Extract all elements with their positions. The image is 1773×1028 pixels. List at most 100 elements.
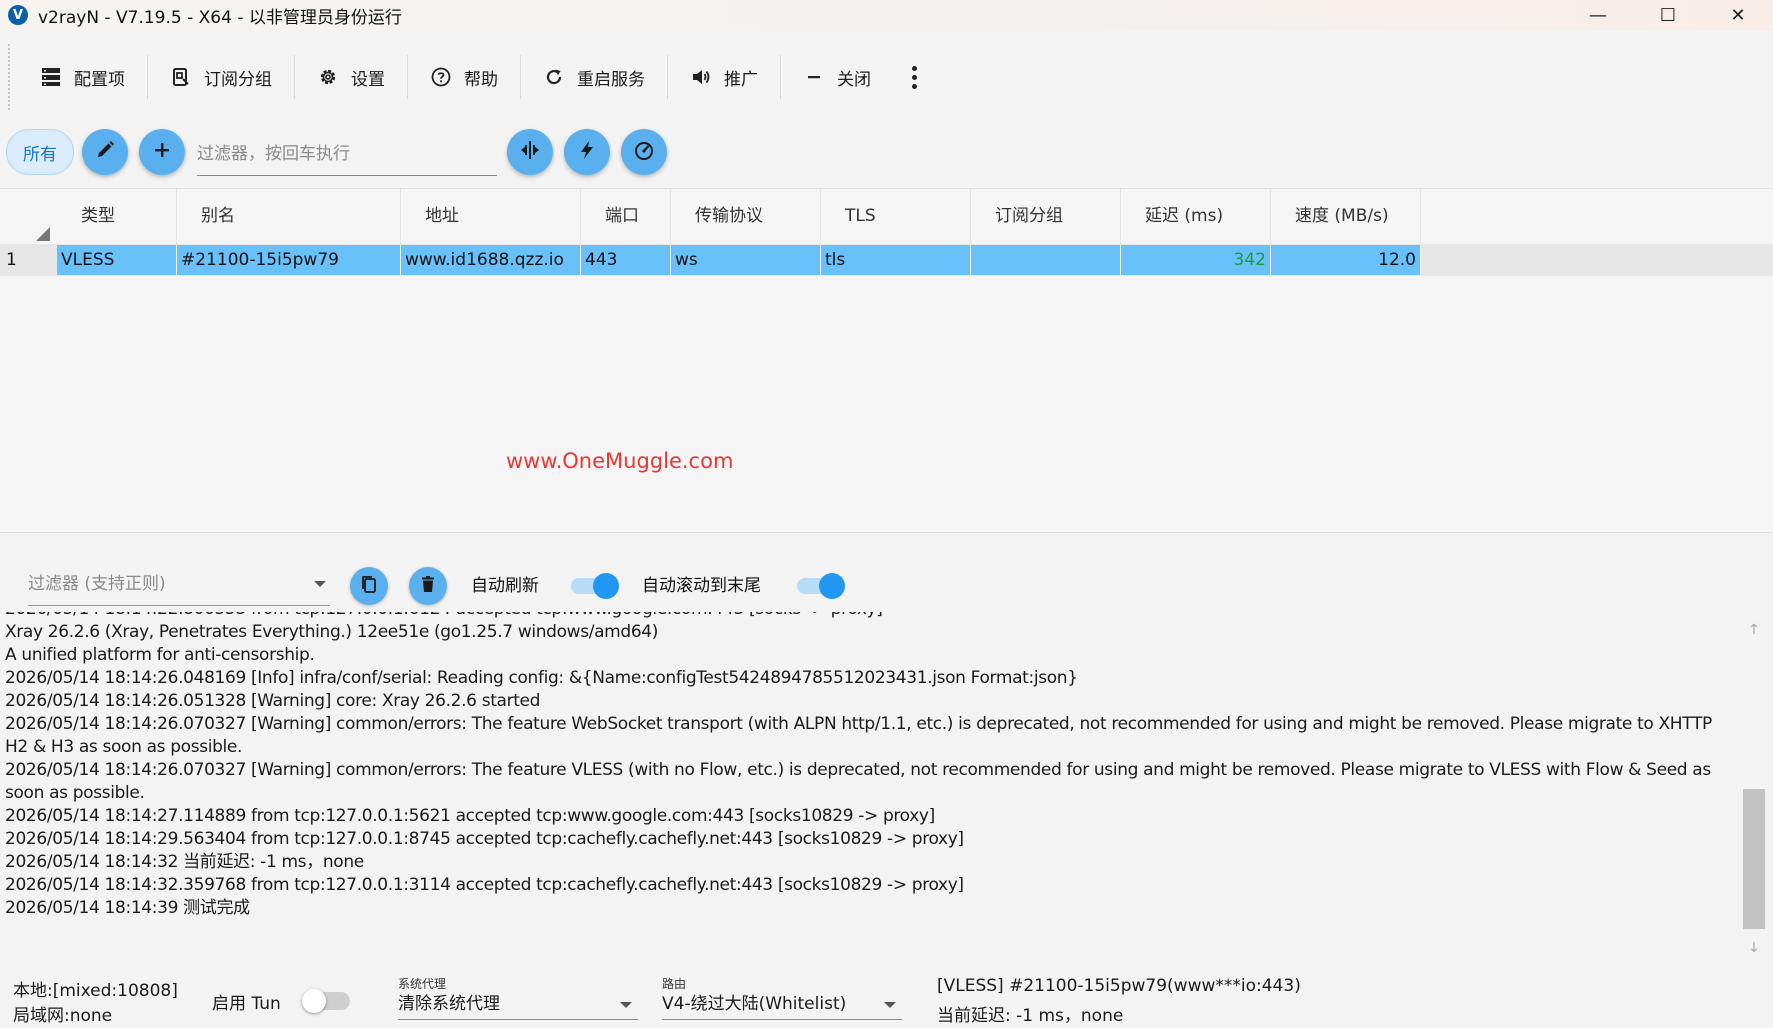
- log-line: 2026/05/14 18:14:32.359768 from tcp:127.…: [5, 875, 964, 895]
- current-latency-status: 当前延迟: -1 ms，none: [937, 1006, 1124, 1026]
- real-delay-test-button[interactable]: [564, 129, 610, 175]
- toolbar-promotion-button[interactable]: 推广: [668, 57, 780, 97]
- cell-address[interactable]: www.id1688.qzz.io: [401, 245, 581, 275]
- auto-scroll-label: 自动滚动到末尾: [642, 576, 761, 596]
- auto-refresh-toggle[interactable]: [571, 573, 621, 599]
- table-row[interactable]: 1 VLESS #21100-15i5pw79 www.id1688.qzz.i…: [0, 244, 1773, 276]
- auto-scroll-toggle[interactable]: [797, 573, 847, 599]
- log-controls: 过滤器 (支持正则) 自动刷新 自动滚动到末尾: [0, 560, 1773, 612]
- select-all-corner-icon[interactable]: [36, 227, 50, 241]
- copy-log-button[interactable]: [350, 567, 388, 605]
- column-header-subgroup[interactable]: 订阅分组: [971, 189, 1121, 244]
- tun-label: 启用 Tun: [212, 994, 281, 1014]
- toolbar-settings-label: 设置: [351, 69, 385, 90]
- edit-button[interactable]: [82, 129, 128, 175]
- log-line: Xray 26.2.6 (Xray, Penetrates Everything…: [5, 622, 659, 642]
- app-logo-icon: V: [8, 5, 28, 25]
- column-header-type[interactable]: 类型: [57, 189, 177, 244]
- tun-toggle[interactable]: [302, 988, 352, 1014]
- row-index: 1: [6, 250, 17, 270]
- toolbar-servers-button[interactable]: 配置项: [18, 57, 147, 97]
- toolbar-settings-button[interactable]: 设置: [295, 57, 407, 97]
- toolbar-grip[interactable]: [8, 44, 10, 110]
- column-header-port[interactable]: 端口: [581, 189, 671, 244]
- lan-status: 局域网:none: [13, 1006, 113, 1026]
- routing-select[interactable]: V4-绕过大陆(Whitelist): [662, 990, 902, 1020]
- toolbar-subscription-label: 订阅分组: [204, 69, 272, 90]
- server-list-icon: [40, 66, 62, 88]
- toolbar-restart-label: 重启服务: [577, 69, 645, 90]
- column-header-address[interactable]: 地址: [401, 189, 581, 244]
- cell-speed[interactable]: 12.0: [1271, 245, 1421, 275]
- column-header-alias[interactable]: 别名: [177, 189, 401, 244]
- pencil-icon: [94, 139, 116, 165]
- column-header-transport[interactable]: 传输协议: [671, 189, 821, 244]
- log-line: 2026/05/14 18:14:26.048169 [Info] infra/…: [5, 668, 1078, 688]
- latency-test-button[interactable]: [507, 129, 553, 175]
- current-server-status: [VLESS] #21100-15i5pw79(www***io:443): [937, 976, 1301, 996]
- chevron-down-icon: [314, 581, 326, 587]
- system-proxy-select[interactable]: 清除系统代理: [398, 990, 638, 1020]
- auto-refresh-label: 自动刷新: [471, 576, 539, 596]
- routing-value: V4-绕过大陆(Whitelist): [662, 994, 847, 1014]
- column-header-tls[interactable]: TLS: [821, 189, 971, 244]
- log-line: 2026/05/14 18:14:26.051328 [Warning] cor…: [5, 691, 541, 711]
- lightning-icon: [576, 139, 598, 165]
- toolbar-subscription-button[interactable]: 订阅分组: [148, 57, 294, 97]
- all-groups-tab[interactable]: 所有: [6, 129, 74, 175]
- toolbar-promotion-label: 推广: [724, 69, 758, 90]
- log-line: 2026/05/14 18:14:29.563404 from tcp:127.…: [5, 829, 964, 849]
- cell-alias[interactable]: #21100-15i5pw79: [177, 245, 401, 275]
- column-header-latency[interactable]: 延迟 (ms): [1121, 189, 1271, 244]
- cell-transport[interactable]: ws: [671, 245, 821, 275]
- cell-port[interactable]: 443: [581, 245, 671, 275]
- log-filter-combobox[interactable]: 过滤器 (支持正则): [28, 564, 330, 606]
- scroll-up-arrow-icon[interactable]: ↑: [1745, 622, 1763, 640]
- scroll-down-arrow-icon[interactable]: ↓: [1745, 940, 1763, 958]
- status-bar: 本地:[mixed:10808] 局域网:none 启用 Tun 系统代理 清除…: [0, 968, 1773, 1028]
- clear-log-button[interactable]: [409, 567, 447, 605]
- maximize-button[interactable]: ☐: [1633, 0, 1703, 30]
- title-bar: V v2rayN - V7.19.5 - X64 - 以非管理员身份运行 — ☐…: [0, 0, 1773, 30]
- plus-icon: [151, 139, 173, 165]
- server-table: 类型 别名 地址 端口 传输协议 TLS 订阅分组 延迟 (ms) 速度 (MB…: [0, 188, 1773, 533]
- minimize-button[interactable]: —: [1563, 0, 1633, 30]
- log-line: 2026/05/14 18:14:26.070327 [Warning] com…: [5, 714, 1712, 757]
- toolbar-close-button[interactable]: 关闭: [781, 57, 893, 97]
- local-port-status: 本地:[mixed:10808]: [13, 981, 178, 1001]
- cell-tls[interactable]: tls: [821, 245, 971, 275]
- cell-subgroup[interactable]: [971, 245, 1121, 275]
- more-options-icon[interactable]: [899, 57, 929, 97]
- cell-latency[interactable]: 342: [1121, 245, 1271, 275]
- add-server-button[interactable]: [139, 129, 185, 175]
- speedometer-icon: [633, 139, 655, 165]
- toolbar-restart-button[interactable]: 重启服务: [521, 57, 667, 97]
- toolbar-close-label: 关闭: [837, 69, 871, 90]
- scrollbar-thumb[interactable]: [1743, 789, 1765, 929]
- log-scrollbar[interactable]: ↑ ↓: [1741, 622, 1767, 958]
- speaker-icon: [690, 66, 712, 88]
- main-toolbar: 配置项 订阅分组 设置 帮助 重启服务 推广 关闭: [0, 38, 1773, 116]
- trash-icon: [418, 574, 438, 598]
- toolbar-servers-label: 配置项: [74, 69, 125, 90]
- log-line: 2026/05/14 18:14:39 测试完成: [5, 898, 250, 918]
- log-output[interactable]: 2026/05/14 18:14:22.800353 from tcp:127.…: [5, 612, 1735, 942]
- cell-type[interactable]: VLESS: [57, 245, 177, 275]
- column-header-speed[interactable]: 速度 (MB/s): [1271, 189, 1421, 244]
- server-filter-row: 所有: [0, 126, 1773, 178]
- close-window-button[interactable]: ✕: [1703, 0, 1773, 30]
- log-filter-placeholder: 过滤器 (支持正则): [28, 574, 166, 594]
- minus-icon: [803, 66, 825, 88]
- speed-test-button[interactable]: [621, 129, 667, 175]
- toolbar-help-button[interactable]: 帮助: [408, 57, 520, 97]
- watermark-text: www.OneMuggle.com: [506, 449, 734, 473]
- window-controls: — ☐ ✕: [1563, 0, 1773, 30]
- log-line: 2026/05/14 18:14:26.070327 [Warning] com…: [5, 760, 1711, 803]
- system-proxy-value: 清除系统代理: [398, 994, 500, 1014]
- server-filter-input[interactable]: [197, 132, 497, 176]
- log-line: 2026/05/14 18:14:22.800353 from tcp:127.…: [5, 612, 1735, 621]
- window-title: v2rayN - V7.19.5 - X64 - 以非管理员身份运行: [38, 7, 402, 28]
- ping-icon: [519, 139, 541, 165]
- log-line: 2026/05/14 18:14:32 当前延迟: -1 ms，none: [5, 852, 364, 872]
- subscription-icon: [170, 66, 192, 88]
